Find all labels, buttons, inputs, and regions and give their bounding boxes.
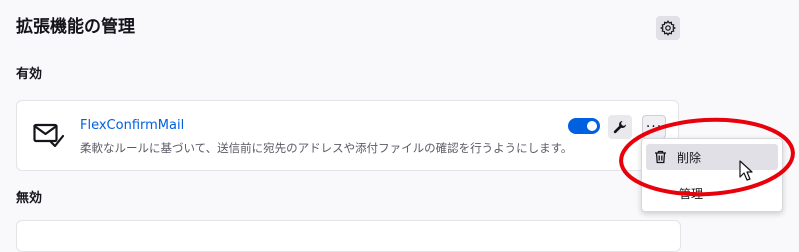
addon-name-link[interactable]: FlexConfirmMail: [80, 117, 184, 135]
settings-button[interactable]: [656, 16, 680, 40]
menu-item-remove-label: 削除: [677, 150, 702, 165]
gear-icon: [660, 20, 676, 36]
mail-check-icon: [33, 123, 65, 148]
addon-description: 柔軟なルールに基づいて、送信前に宛先のアドレスや添付ファイルの確認を行うようにし…: [80, 141, 573, 155]
addon-enable-toggle[interactable]: [568, 118, 600, 134]
more-options-icon: ···: [645, 119, 663, 135]
wrench-icon: [613, 121, 626, 134]
preferences-button[interactable]: [608, 115, 632, 139]
trash-icon: [655, 150, 666, 164]
disabled-addon-card: [16, 220, 681, 252]
menu-item-manage-label: 管理: [679, 186, 704, 201]
menu-item-remove[interactable]: 削除: [646, 144, 778, 170]
toggle-knob: [587, 121, 597, 131]
disabled-section-heading: 無効: [16, 191, 43, 206]
menu-item-manage[interactable]: 管理: [646, 180, 778, 206]
more-options-button[interactable]: ···: [642, 115, 666, 139]
enabled-section-heading: 有効: [16, 67, 43, 82]
mouse-cursor-icon: [739, 160, 753, 181]
addon-context-menu: 削除 管理: [641, 138, 783, 212]
page-title: 拡張機能の管理: [16, 17, 135, 37]
addon-card: FlexConfirmMail 柔軟なルールに基づいて、送信前に宛先のアドレスや…: [16, 100, 679, 171]
